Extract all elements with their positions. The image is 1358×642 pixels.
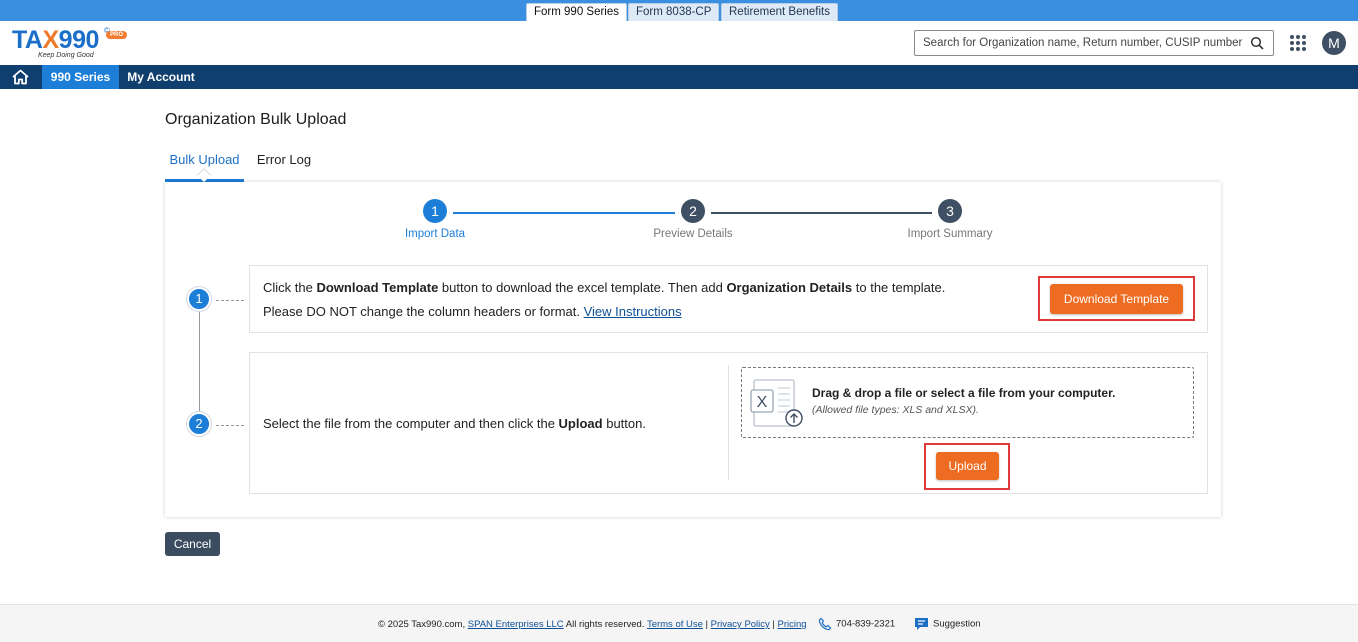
tab-active-indicator: [196, 167, 212, 183]
stepper-step-3: 3: [938, 199, 962, 223]
upload-button[interactable]: Upload: [936, 452, 999, 480]
stepper-connector-2: [711, 212, 932, 214]
view-instructions-link[interactable]: View Instructions: [584, 304, 682, 319]
step-1-instruction-line-2: Please DO NOT change the column headers …: [263, 304, 682, 319]
logo-tagline: Keep Doing Good: [38, 52, 94, 59]
file-drop-zone[interactable]: X Drag & drop a file or select a file fr…: [741, 367, 1194, 438]
search-input[interactable]: Search for Organization name, Return num…: [914, 30, 1274, 56]
step-2-dash: [216, 425, 244, 426]
cancel-button[interactable]: Cancel: [165, 532, 220, 556]
apps-grid-icon[interactable]: [1289, 34, 1307, 52]
product-tab-retirement-benefits[interactable]: Retirement Benefits: [721, 3, 838, 21]
search-icon[interactable]: [1250, 36, 1264, 50]
step-1-instruction-line-1: Click the Download Template button to do…: [263, 280, 946, 295]
drop-zone-allowed-types: (Allowed file types: XLS and XLSX).: [812, 404, 979, 416]
product-tab-form-8038-cp[interactable]: Form 8038-CP: [628, 3, 720, 21]
phone-icon: [818, 617, 832, 631]
step-number-1: 1: [187, 287, 211, 311]
product-tab-form-990-series[interactable]: Form 990 Series: [526, 3, 628, 21]
stepper-label-import-data: Import Data: [404, 228, 466, 240]
drop-zone-title: Drag & drop a file or select a file from…: [812, 386, 1116, 400]
product-tab-bar: Form 990 Series Form 8038-CP Retirement …: [0, 0, 1358, 21]
download-template-button[interactable]: Download Template: [1050, 284, 1183, 314]
tab-error-log[interactable]: Error Log: [252, 150, 316, 182]
footer-privacy-link[interactable]: Privacy Policy: [711, 619, 770, 630]
footer-terms-link[interactable]: Terms of Use: [647, 619, 703, 630]
step-2-instruction: Select the file from the computer and th…: [263, 416, 646, 431]
user-avatar[interactable]: M: [1322, 31, 1346, 55]
footer-phone[interactable]: 704-839-2321: [818, 617, 895, 631]
suggestion-icon: [915, 618, 928, 630]
tab-bulk-upload-label: Bulk Upload: [169, 152, 240, 167]
stepper-label-preview-details: Preview Details: [653, 228, 733, 240]
search-placeholder: Search for Organization name, Return num…: [923, 37, 1243, 49]
footer: © 2025 Tax990.com, SPAN Enterprises LLC …: [0, 604, 1358, 642]
step-1-dash: [216, 300, 244, 301]
step-vertical-connector: [199, 312, 200, 412]
stepper-step-2: 2: [681, 199, 705, 223]
stepper-label-import-summary: Import Summary: [907, 228, 993, 240]
page-title: Organization Bulk Upload: [165, 111, 347, 128]
header: TAX990 © PRO Keep Doing Good Search for …: [0, 21, 1358, 65]
tax990-logo[interactable]: TAX990 © PRO Keep Doing Good: [12, 26, 132, 62]
logo-wordmark: TAX990: [12, 26, 99, 54]
excel-file-icon: X: [750, 379, 803, 427]
footer-copyright: © 2025 Tax990.com, SPAN Enterprises LLC …: [378, 619, 807, 630]
footer-company-link[interactable]: SPAN Enterprises LLC: [468, 619, 564, 630]
footer-suggestion[interactable]: Suggestion: [914, 617, 981, 631]
step-number-2: 2: [187, 412, 211, 436]
step-2-divider: [728, 365, 729, 480]
tab-bulk-upload[interactable]: Bulk Upload: [165, 150, 244, 183]
main-nav: 990 Series My Account: [0, 65, 1358, 89]
stepper-connector-1: [453, 212, 675, 214]
logo-pro-badge: PRO: [106, 31, 128, 39]
stepper-step-1: 1: [423, 199, 447, 223]
nav-990-series[interactable]: 990 Series: [42, 65, 119, 89]
svg-text:X: X: [757, 394, 768, 411]
home-button[interactable]: [0, 65, 41, 89]
nav-my-account[interactable]: My Account: [124, 65, 198, 89]
home-icon: [12, 69, 29, 85]
footer-pricing-link[interactable]: Pricing: [778, 619, 807, 630]
